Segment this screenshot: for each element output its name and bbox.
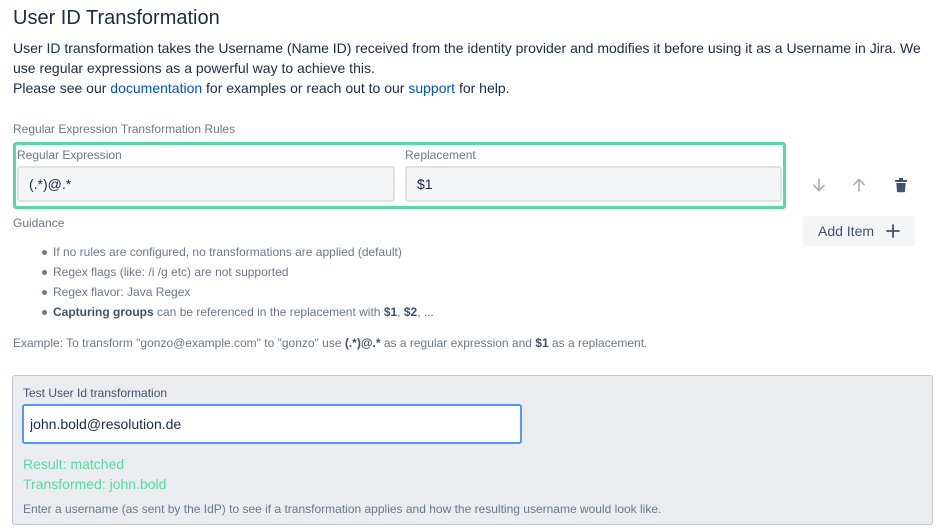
example-regex: (.*)@.* bbox=[344, 336, 381, 350]
plus-icon bbox=[886, 224, 900, 238]
arrow-up-icon bbox=[853, 178, 865, 192]
regex-input[interactable] bbox=[17, 166, 395, 202]
add-item-label: Add Item bbox=[817, 223, 875, 239]
description-post: for help. bbox=[455, 80, 510, 96]
transformed-value: Transformed: john.bold bbox=[23, 476, 167, 492]
rule-row: Regular Expression Replacement bbox=[13, 142, 786, 209]
test-input-label: Test User Id transformation bbox=[23, 386, 168, 400]
capture-group-2: $2 bbox=[403, 305, 418, 319]
guidance-item: Regex flags (like: /i /g etc) are not su… bbox=[40, 262, 434, 282]
replacement-input[interactable] bbox=[405, 166, 782, 202]
test-username-input[interactable] bbox=[22, 404, 522, 444]
description-pre: Please see our bbox=[13, 80, 111, 96]
documentation-link[interactable]: documentation bbox=[110, 80, 202, 96]
replacement-column-label: Replacement bbox=[405, 148, 476, 162]
description-text: User ID transformation takes the Usernam… bbox=[13, 40, 921, 76]
regex-column-label: Regular Expression bbox=[17, 148, 122, 162]
description-mid: for examples or reach out to our bbox=[202, 80, 409, 96]
capture-end-text: , ... bbox=[417, 305, 434, 319]
rules-section-label: Regular Expression Transformation Rules bbox=[13, 122, 236, 136]
example-post: as a replacement. bbox=[548, 336, 648, 350]
page-description: User ID transformation takes the Usernam… bbox=[13, 38, 923, 98]
support-link[interactable]: support bbox=[408, 80, 455, 96]
move-up-button[interactable] bbox=[849, 175, 869, 195]
trash-icon bbox=[895, 178, 907, 193]
arrow-down-icon bbox=[813, 178, 825, 192]
example-text: Example: To transform "gonzo@example.com… bbox=[13, 336, 647, 350]
capture-separator: , bbox=[397, 305, 404, 319]
example-replacement: $1 bbox=[535, 336, 549, 350]
guidance-item: Capturing groups can be referenced in th… bbox=[40, 302, 434, 322]
result-status: Result: matched bbox=[23, 456, 125, 472]
test-hint: Enter a username (as sent by the IdP) to… bbox=[23, 502, 662, 516]
guidance-list: If no rules are configured, no transform… bbox=[40, 242, 434, 322]
move-down-button[interactable] bbox=[809, 175, 829, 195]
capture-mid-text: can be referenced in the replacement wit… bbox=[153, 305, 384, 319]
capture-group-1: $1 bbox=[383, 305, 398, 319]
add-item-button[interactable]: Add Item bbox=[803, 216, 915, 246]
guidance-item: Regex flavor: Java Regex bbox=[40, 282, 434, 302]
page-title: User ID Transformation bbox=[13, 7, 220, 29]
test-transformation-panel: Test User Id transformation Result: matc… bbox=[12, 375, 933, 525]
capturing-groups-term: Capturing groups bbox=[53, 305, 154, 319]
delete-rule-button[interactable] bbox=[891, 175, 911, 195]
example-mid: as a regular expression and bbox=[380, 336, 536, 350]
guidance-item: If no rules are configured, no transform… bbox=[40, 242, 434, 262]
guidance-label: Guidance bbox=[13, 216, 65, 230]
example-pre: Example: To transform "gonzo@example.com… bbox=[13, 336, 345, 350]
